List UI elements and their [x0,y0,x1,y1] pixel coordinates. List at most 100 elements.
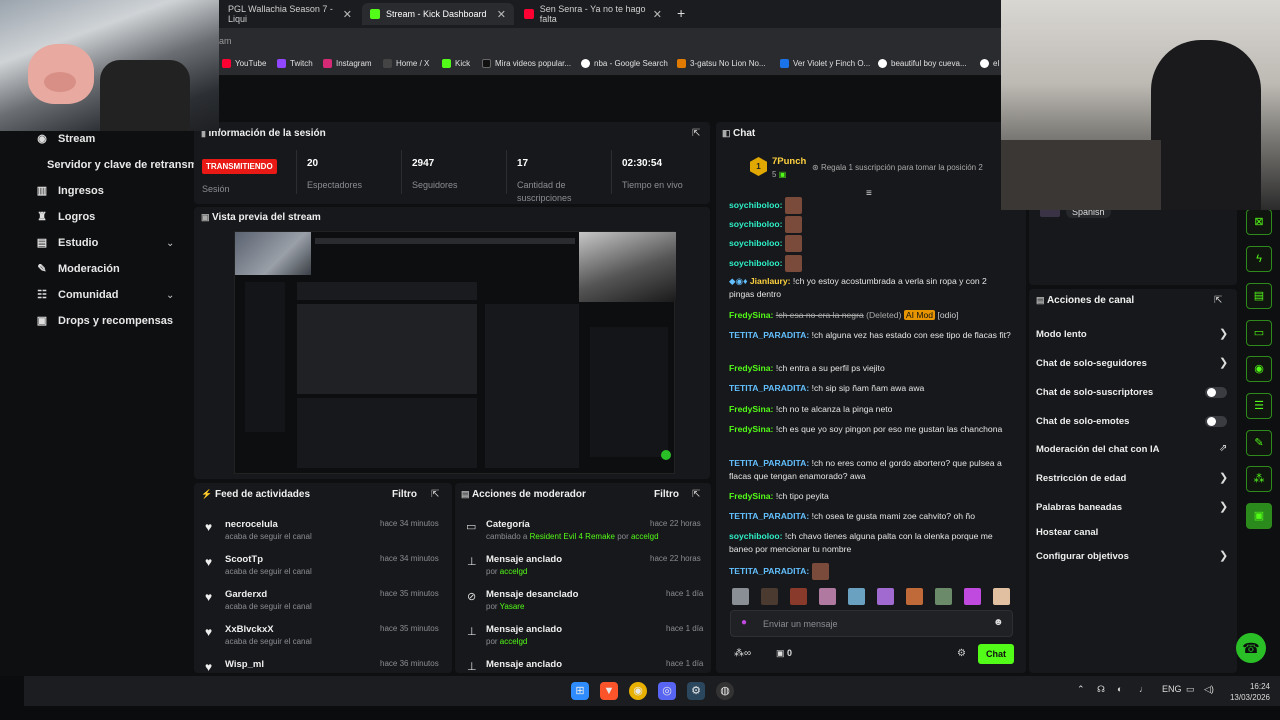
emote-icon[interactable] [790,588,807,605]
community-icon[interactable]: ⁂ [1246,466,1272,492]
bookmark-google-nba[interactable]: nba - Google Search [581,59,668,68]
expand-icon[interactable]: ⇱ [692,489,700,500]
chat-message[interactable]: FredySina: !ch es que yo soy pingon por … [729,423,1014,436]
mod-filter-button[interactable]: Filtro [654,489,679,500]
feed-item-name[interactable]: necrocelula [225,519,278,530]
emote-icon[interactable] [935,588,952,605]
bookmark-instagram[interactable]: Instagram [323,59,372,68]
chat-message[interactable]: TETITA_PARADITA: !ch no eres como el gor… [729,457,1014,483]
chat-settings-gear-icon[interactable]: ⚙ [957,648,966,659]
network-icon[interactable]: ▭ [1186,684,1195,695]
discord-icon[interactable]: ◎ [658,682,676,700]
bookmark-x[interactable]: Home / X [383,59,429,68]
feed-item-name[interactable]: XxBlvckxX [225,624,274,635]
subscribers-only-toggle[interactable] [1205,387,1227,398]
points-icon[interactable]: ⁂∞ [734,648,751,659]
chat-message[interactable]: FredySina: !ch entra a su perfil ps viej… [729,362,1014,375]
tab-youtube-song[interactable]: Sen Senra - Ya no te hago falta ✕ [516,3,670,25]
sidebar-item-moderacion[interactable]: ✎ Moderación [36,263,119,275]
chevron-down-icon[interactable]: ⌄ [166,238,174,249]
volume-icon[interactable]: ◁) [1204,684,1214,695]
feed-item-name[interactable]: Garderxd [225,589,267,600]
slow-mode-row[interactable]: Modo lento [1036,329,1087,340]
headset-icon[interactable]: ☊ [1097,684,1105,695]
raid-icon[interactable]: ϟ [1246,246,1272,272]
bookmark-tiktok[interactable]: Mira videos popular... [482,59,571,68]
bookmark-kick[interactable]: Kick [442,59,470,68]
chat-input[interactable]: ● Enviar un mensaje ☻ [730,610,1013,637]
chat-message[interactable]: TETITA_PARADITA: !ch alguna vez has esta… [729,329,1014,342]
chevron-right-icon[interactable]: ❯ [1219,500,1228,513]
wrench-icon[interactable]: ✎ [1246,430,1272,456]
steam-icon[interactable]: ⚙ [687,682,705,700]
sidebar-item-logros[interactable]: ♜ Logros [36,211,95,223]
help-support-icon[interactable]: ☎ [1236,633,1266,663]
sidebar-item-drops[interactable]: ▣ Drops y recompensas [36,315,173,327]
top-gifter-name[interactable]: 7Punch [772,156,806,167]
emoji-icon[interactable]: ☻ [993,617,1004,628]
brave-icon[interactable]: ▼ [600,682,618,700]
new-tab-button[interactable]: + [677,5,685,21]
sidebar-item-estudio[interactable]: ▤ Estudio [36,237,99,249]
chat-message[interactable]: TETITA_PARADITA: !ch sip sip ñam ñam awa… [729,382,1014,395]
ai-moderation-row[interactable]: Moderación del chat con IA [1036,444,1160,455]
clip-icon[interactable]: ⊠ [1246,209,1272,235]
layout-icon[interactable]: ☰ [1246,393,1272,419]
sidebar-item-stream[interactable]: ◉ Stream [36,133,95,145]
chat-message[interactable]: soychiboloo: [729,216,1014,233]
emote-icon[interactable] [993,588,1010,605]
language-indicator[interactable]: ENG [1162,684,1182,694]
chat-message[interactable]: soychiboloo: [729,197,1014,214]
chat-message[interactable]: FredySina: !ch tipo peyita [729,490,1014,503]
external-link-icon[interactable]: ⇗ [1219,443,1227,454]
emote-icon[interactable] [732,588,749,605]
expand-icon[interactable]: ⇱ [431,489,439,500]
emote-icon[interactable] [906,588,923,605]
chat-message[interactable]: soychiboloo: !ch chavo tienes alguna pal… [729,530,1014,556]
send-chat-button[interactable]: Chat [978,644,1014,664]
message-icon[interactable]: ▭ [1246,320,1272,346]
chevron-down-icon[interactable]: ⌄ [166,290,174,301]
chat-message[interactable]: soychiboloo: [729,255,1014,272]
steam-tray-icon[interactable]: ◐ [1117,684,1122,694]
close-tab-icon[interactable]: ✕ [497,8,506,21]
emote-icon[interactable] [761,588,778,605]
feed-item-name[interactable]: Wisp_ml [225,659,264,670]
chat-message-deleted[interactable]: FredySina: !ch esa no era la negra (Dele… [729,309,1014,322]
emotes-only-toggle[interactable] [1205,416,1227,427]
feed-item-name[interactable]: ScootTp [225,554,263,565]
microphone-icon[interactable]: ♩ [1139,684,1148,694]
sidebar-item-ingresos[interactable]: ▥ Ingresos [36,185,104,197]
sidebar-item-comunidad[interactable]: ☷ Comunidad [36,289,118,301]
chevron-right-icon[interactable]: ❯ [1219,327,1228,340]
expand-icon[interactable]: ⇱ [1214,295,1222,306]
feed-filter-button[interactable]: Filtro [392,489,417,500]
obs-icon[interactable]: ◍ [716,682,734,700]
bookmark-twitch[interactable]: Twitch [277,59,313,68]
chat-message[interactable]: ◆◉♦ Jianlaury: !ch yo estoy acostumbrada… [729,275,1014,301]
close-tab-icon[interactable]: ✕ [653,8,662,21]
broadcast-icon[interactable]: ◉ [1246,356,1272,382]
bookmark-3gatsu[interactable]: 3-gatsu No Lion No... [677,59,766,68]
stream-preview-video[interactable] [234,231,676,474]
tab-kick-dashboard[interactable]: Stream - Kick Dashboard ✕ [362,3,514,25]
emote-icon[interactable] [877,588,894,605]
bookmark-youtube[interactable]: YouTube [222,59,266,68]
bookmark-violet[interactable]: Ver Violet y Finch O... [780,59,870,68]
bookmark-beautiful-boy[interactable]: beautiful boy cueva... [878,59,967,68]
windows-start-icon[interactable]: ⊞ [571,682,589,700]
emote-icon[interactable] [848,588,865,605]
chat-message[interactable]: soychiboloo: [729,235,1014,252]
add-widget-icon[interactable]: ▣ [1246,503,1272,529]
emote-icon[interactable] [819,588,836,605]
gift-sub-prompt[interactable]: ⊛ Regala 1 suscripción para tomar la pos… [812,163,983,172]
chat-message[interactable]: FredySina: !ch no te alcanza la pinga ne… [729,403,1014,416]
emote-icon[interactable] [964,588,981,605]
clock[interactable]: 16:24 13/03/2026 [1226,681,1270,703]
chevron-right-icon[interactable]: ❯ [1219,471,1228,484]
note-icon[interactable]: ▤ [1246,283,1272,309]
expand-icon[interactable]: ⇱ [692,128,700,139]
tray-chevron-icon[interactable]: ⌃ [1077,684,1085,695]
mic-icon[interactable]: ● [741,617,747,628]
sidebar-item-server-key[interactable]: Servidor y clave de retransm [47,159,197,171]
